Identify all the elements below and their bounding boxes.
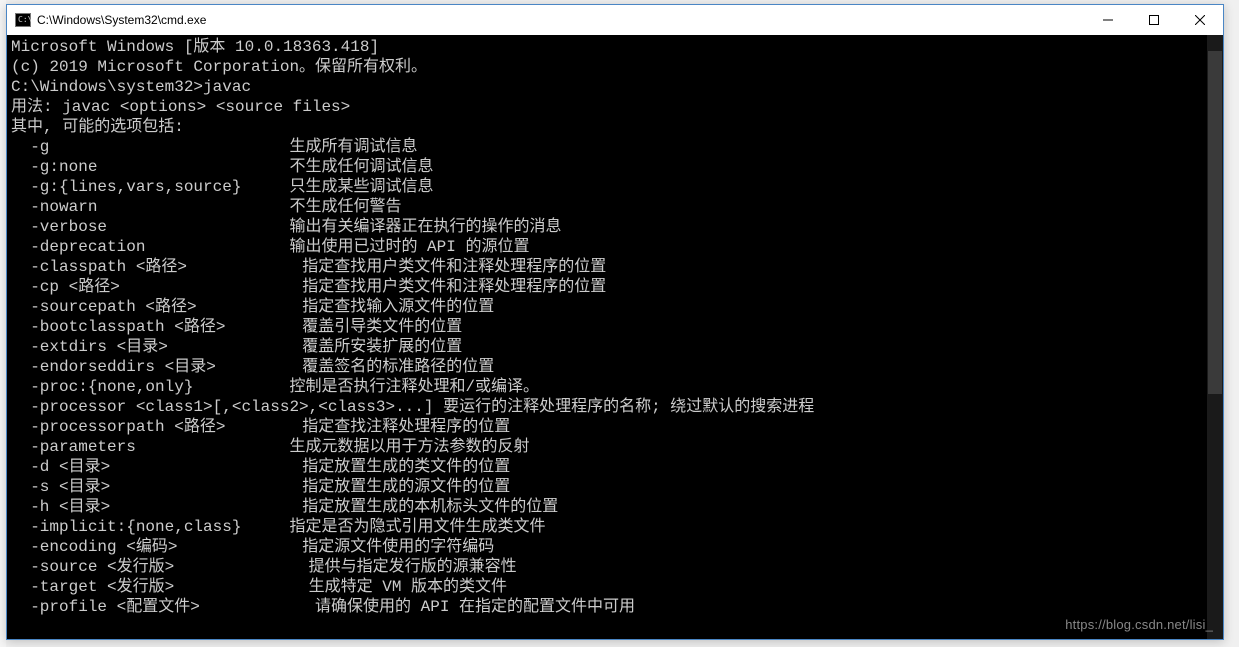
scrollbar[interactable] xyxy=(1207,35,1223,639)
titlebar[interactable]: C:\ C:\Windows\System32\cmd.exe xyxy=(7,5,1223,35)
terminal-line: -processorpath <路径> 指定查找注释处理程序的位置 xyxy=(11,417,1223,437)
terminal-line: 用法: javac <options> <source files> xyxy=(11,97,1223,117)
terminal-line: -processor <class1>[,<class2>,<class3>..… xyxy=(11,397,1223,417)
terminal-output[interactable]: Microsoft Windows [版本 10.0.18363.418](c)… xyxy=(7,35,1223,639)
window-title: C:\Windows\System32\cmd.exe xyxy=(37,13,1085,27)
terminal-line: -sourcepath <路径> 指定查找输入源文件的位置 xyxy=(11,297,1223,317)
terminal-line: -g:none 不生成任何调试信息 xyxy=(11,157,1223,177)
terminal-line: -extdirs <目录> 覆盖所安装扩展的位置 xyxy=(11,337,1223,357)
terminal-line: -cp <路径> 指定查找用户类文件和注释处理程序的位置 xyxy=(11,277,1223,297)
terminal-line: -classpath <路径> 指定查找用户类文件和注释处理程序的位置 xyxy=(11,257,1223,277)
terminal-line: Microsoft Windows [版本 10.0.18363.418] xyxy=(11,37,1223,57)
terminal-line: -encoding <编码> 指定源文件使用的字符编码 xyxy=(11,537,1223,557)
terminal-line: -endorseddirs <目录> 覆盖签名的标准路径的位置 xyxy=(11,357,1223,377)
scrollbar-thumb[interactable] xyxy=(1208,51,1222,394)
minimize-button[interactable] xyxy=(1085,5,1131,35)
terminal-line: -profile <配置文件> 请确保使用的 API 在指定的配置文件中可用 xyxy=(11,597,1223,617)
terminal-line: -bootclasspath <路径> 覆盖引导类文件的位置 xyxy=(11,317,1223,337)
terminal-line: -nowarn 不生成任何警告 xyxy=(11,197,1223,217)
watermark: https://blog.csdn.net/lisi_ xyxy=(1065,615,1213,635)
terminal-line: C:\Windows\system32>javac xyxy=(11,77,1223,97)
close-button[interactable] xyxy=(1177,5,1223,35)
svg-text:C:\: C:\ xyxy=(18,15,31,24)
terminal-line: -target <发行版> 生成特定 VM 版本的类文件 xyxy=(11,577,1223,597)
terminal-line: -s <目录> 指定放置生成的源文件的位置 xyxy=(11,477,1223,497)
cmd-icon: C:\ xyxy=(15,12,31,28)
terminal-line: -implicit:{none,class} 指定是否为隐式引用文件生成类文件 xyxy=(11,517,1223,537)
cmd-window: C:\ C:\Windows\System32\cmd.exe Microsof… xyxy=(6,4,1224,640)
terminal-line: -deprecation 输出使用已过时的 API 的源位置 xyxy=(11,237,1223,257)
scrollbar-track[interactable] xyxy=(1207,51,1223,623)
terminal-line: -g:{lines,vars,source} 只生成某些调试信息 xyxy=(11,177,1223,197)
window-controls xyxy=(1085,5,1223,35)
terminal-line: 其中, 可能的选项包括: xyxy=(11,117,1223,137)
terminal-line: -verbose 输出有关编译器正在执行的操作的消息 xyxy=(11,217,1223,237)
terminal-line: -h <目录> 指定放置生成的本机标头文件的位置 xyxy=(11,497,1223,517)
terminal-line: -d <目录> 指定放置生成的类文件的位置 xyxy=(11,457,1223,477)
terminal-line: -source <发行版> 提供与指定发行版的源兼容性 xyxy=(11,557,1223,577)
terminal-line: -parameters 生成元数据以用于方法参数的反射 xyxy=(11,437,1223,457)
terminal-line: (c) 2019 Microsoft Corporation。保留所有权利。 xyxy=(11,57,1223,77)
terminal-line: -g 生成所有调试信息 xyxy=(11,137,1223,157)
terminal-line: -proc:{none,only} 控制是否执行注释处理和/或编译。 xyxy=(11,377,1223,397)
maximize-button[interactable] xyxy=(1131,5,1177,35)
